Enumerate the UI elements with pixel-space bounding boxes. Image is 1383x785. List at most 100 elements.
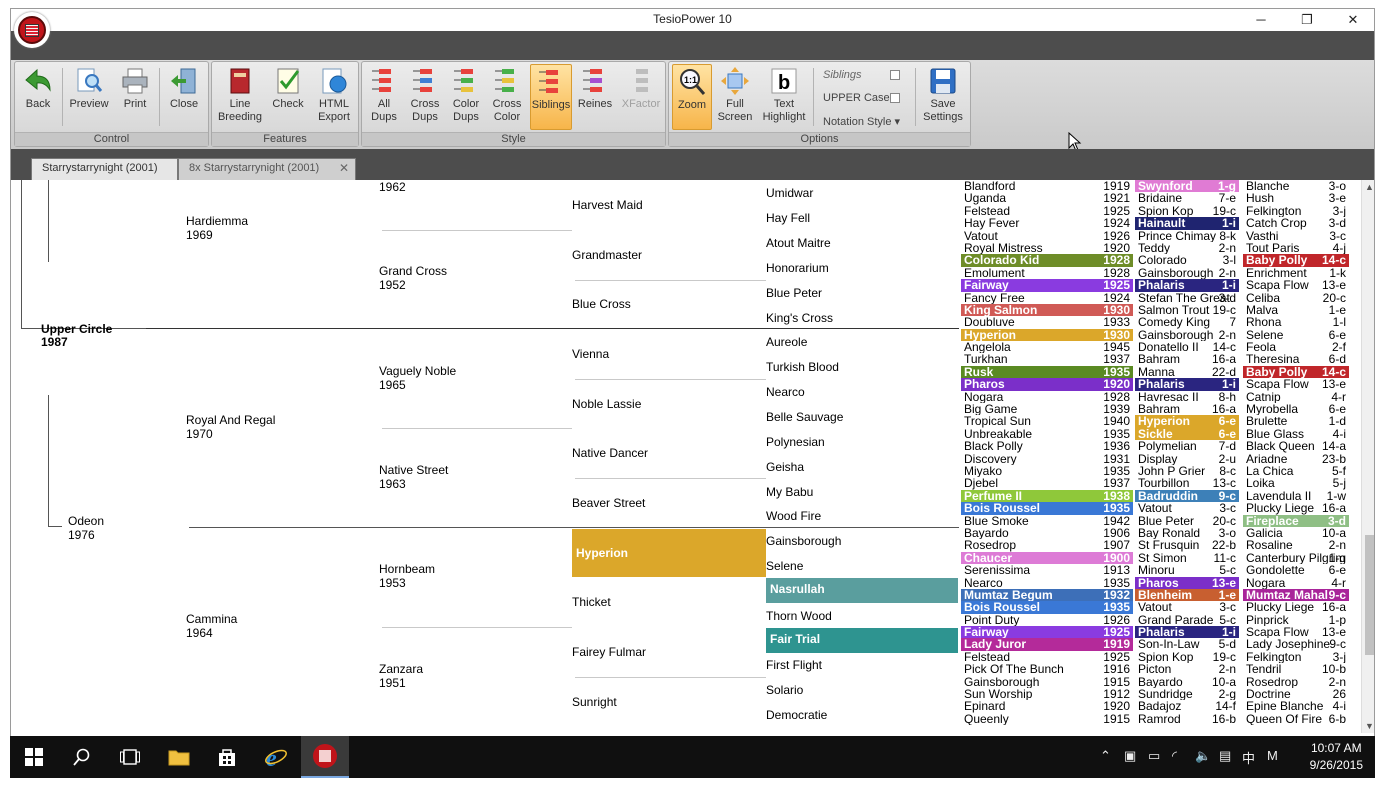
text-highlight-button[interactable]: b Text Highlight (759, 64, 809, 130)
pedigree-cell[interactable]: Mumtaz Mahal 9-c (1243, 588, 1349, 602)
pedigree-cell[interactable]: Hush 3-e (1243, 192, 1349, 204)
pedigree-horse-vaguely-noble[interactable]: Vaguely Noble 1965 (379, 364, 456, 392)
pedigree-cell[interactable]: Chaucer 1900 (961, 551, 1133, 565)
pedigree-cell[interactable]: Nogara 4-r (1243, 577, 1349, 589)
pedigree-cell[interactable]: Teddy 2-n (1135, 242, 1239, 254)
pedigree-horse-g6[interactable]: Honorarium (766, 261, 829, 275)
pedigree-cell[interactable]: Fairway 1925 (961, 626, 1133, 639)
pedigree-cell[interactable]: Bahram 16-a (1135, 403, 1239, 415)
pedigree-cell[interactable]: Sun Worship 1912 (961, 688, 1133, 700)
pedigree-cell[interactable]: Bahram 16-a (1135, 353, 1239, 365)
pedigree-cell[interactable]: Loika 5-j (1243, 477, 1349, 489)
pedigree-horse-hyperion-highlighted[interactable]: Hyperion (572, 529, 766, 577)
pedigree-cell[interactable]: Emolument 1928 (961, 267, 1133, 279)
pedigree-horse-g5[interactable]: Harvest Maid (572, 198, 643, 212)
pedigree-horse-cammina[interactable]: Cammina 1964 (186, 612, 237, 640)
pedigree-cell[interactable]: Bayardo 1906 (961, 527, 1133, 539)
start-button[interactable] (10, 736, 58, 778)
pedigree-cell[interactable]: Plucky Liege 16-a (1243, 502, 1349, 514)
all-dups-button[interactable]: All Dups (365, 64, 403, 130)
pedigree-cell[interactable]: Felkington 3-j (1243, 205, 1349, 217)
pedigree-cell[interactable]: Scapa Flow 13-e (1243, 626, 1349, 638)
pedigree-cell[interactable]: Vatout 3-c (1135, 502, 1239, 514)
pedigree-cell[interactable]: Gainsborough 1915 (961, 676, 1133, 688)
pedigree-horse-g6[interactable]: My Babu (766, 485, 813, 499)
full-screen-button[interactable]: Full Screen (715, 64, 755, 130)
pedigree-cell[interactable]: Blue Peter 20-c (1135, 515, 1239, 527)
pedigree-cell[interactable]: Blandford 1919 (961, 180, 1133, 192)
store-button[interactable] (203, 736, 251, 778)
pedigree-horse-royal-and-regal[interactable]: Royal And Regal 1970 (186, 413, 275, 441)
pedigree-cell[interactable]: Discovery 1931 (961, 453, 1133, 465)
pedigree-cell[interactable]: Plucky Liege 16-a (1243, 601, 1349, 613)
pedigree-cell[interactable]: Rosedrop 1907 (961, 539, 1133, 551)
pedigree-cell[interactable]: Vatout 3-c (1135, 601, 1239, 613)
pedigree-cell[interactable]: Hainault 1-i (1135, 217, 1239, 230)
pedigree-cell[interactable]: Bayardo 10-a (1135, 676, 1239, 688)
pedigree-horse-g6[interactable]: Hay Fell (766, 211, 810, 225)
pedigree-cell[interactable]: Catnip 4-r (1243, 391, 1349, 403)
pedigree-cell[interactable]: Tout Paris 4-j (1243, 242, 1349, 254)
tab-starrystarrynight[interactable]: Starrystarrynight (2001) (31, 158, 178, 180)
pedigree-cell[interactable]: La Chica 5-f (1243, 465, 1349, 477)
pedigree-cell[interactable]: Serenissima 1913 (961, 564, 1133, 576)
pedigree-cell[interactable]: Spion Kop 19-c (1135, 205, 1239, 217)
action-center-icon[interactable]: ▤ (1219, 748, 1231, 764)
pedigree-horse-native-street[interactable]: Native Street 1963 (379, 463, 448, 491)
pedigree-cell[interactable]: Brulette 1-d (1243, 415, 1349, 427)
pedigree-cell[interactable]: Sickle 6-e (1135, 427, 1239, 441)
pedigree-horse-g5[interactable]: Fairey Fulmar (572, 645, 646, 659)
pedigree-cell[interactable]: Badajoz 14-f (1135, 700, 1239, 712)
pedigree-cell[interactable]: Minoru 5-c (1135, 564, 1239, 576)
pedigree-cell[interactable]: Hyperion 1930 (961, 328, 1133, 342)
pedigree-cell[interactable]: Lavendula II 1-w (1243, 490, 1349, 502)
back-button[interactable]: Back (18, 64, 58, 130)
pedigree-horse-1962[interactable]: 1962 (379, 180, 406, 194)
pedigree-cell[interactable]: Ariadne 23-b (1243, 453, 1349, 465)
pedigree-cell[interactable]: Bois Roussel 1935 (961, 601, 1133, 614)
pedigree-cell[interactable]: Polymelian 7-d (1135, 440, 1239, 452)
pedigree-cell[interactable]: Point Duty 1926 (961, 614, 1133, 626)
pedigree-cell[interactable]: Gainsborough 2-n (1135, 329, 1239, 341)
pedigree-cell[interactable]: Pick Of The Bunch 1916 (961, 663, 1133, 675)
battery-icon[interactable]: ▭ (1148, 748, 1160, 764)
language-indicator[interactable]: M (1267, 748, 1278, 763)
tab-close-icon[interactable]: ✕ (339, 161, 349, 175)
pedigree-cell[interactable]: Rosedrop 2-n (1243, 676, 1349, 688)
siblings-button[interactable]: Siblings (530, 64, 572, 130)
pedigree-cell[interactable]: Doctrine 26 (1243, 688, 1349, 700)
pedigree-horse-g6[interactable]: Belle Sauvage (766, 410, 843, 424)
pedigree-cell[interactable]: Spion Kop 19-c (1135, 651, 1239, 663)
pedigree-horse-g6[interactable]: Umidwar (766, 186, 813, 200)
pedigree-horse-g5[interactable]: Native Dancer (572, 446, 648, 460)
clock[interactable]: 10:07 AM 9/26/2015 (1310, 740, 1363, 774)
cross-color-button[interactable]: Cross Color (488, 64, 526, 130)
pedigree-cell[interactable]: Tendril 10-b (1243, 663, 1349, 675)
pedigree-cell[interactable]: Blanche 3-o (1243, 180, 1349, 192)
cross-dups-button[interactable]: Cross Dups (406, 64, 444, 130)
pedigree-cell[interactable]: Myrobella 6-e (1243, 403, 1349, 415)
pedigree-cell[interactable]: Enrichment 1-k (1243, 267, 1349, 279)
pedigree-cell[interactable]: Feola 2-f (1243, 341, 1349, 353)
pedigree-cell[interactable]: Rhona 1-l (1243, 316, 1349, 328)
pedigree-cell[interactable]: Havresac II 8-h (1135, 391, 1239, 403)
pedigree-cell[interactable]: Vasthi 3-c (1243, 230, 1349, 242)
pedigree-cell[interactable]: Theresina 6-d (1243, 353, 1349, 365)
pedigree-cell[interactable]: Epine Blanche 4-i (1243, 700, 1349, 712)
pedigree-cell[interactable]: Angelola 1945 (961, 341, 1133, 353)
pedigree-horse-g6[interactable]: Nearco (766, 385, 805, 399)
xfactor-button[interactable]: XFactor (618, 64, 664, 130)
pedigree-cell[interactable]: Unbreakable 1935 (961, 428, 1133, 440)
pedigree-horse-g5[interactable]: Blue Cross (572, 297, 631, 311)
pedigree-cell[interactable]: King Salmon 1930 (961, 303, 1133, 317)
pedigree-cell[interactable]: Turkhan 1937 (961, 353, 1133, 365)
pedigree-horse-g6[interactable]: Polynesian (766, 435, 825, 449)
pedigree-cell[interactable]: Fireplace 3-d (1243, 514, 1349, 527)
pedigree-cell[interactable]: Pinprick 1-p (1243, 614, 1349, 626)
vertical-scrollbar[interactable]: ▲ ▼ (1361, 180, 1374, 733)
pedigree-cell[interactable]: Swynford 1-g (1135, 180, 1239, 193)
pedigree-cell[interactable]: Tourbillon 13-c (1135, 477, 1239, 489)
pedigree-cell[interactable]: John P Grier 8-c (1135, 465, 1239, 477)
scroll-up-icon[interactable]: ▲ (1365, 182, 1374, 192)
pedigree-horse-g6[interactable]: King's Cross (766, 311, 833, 325)
